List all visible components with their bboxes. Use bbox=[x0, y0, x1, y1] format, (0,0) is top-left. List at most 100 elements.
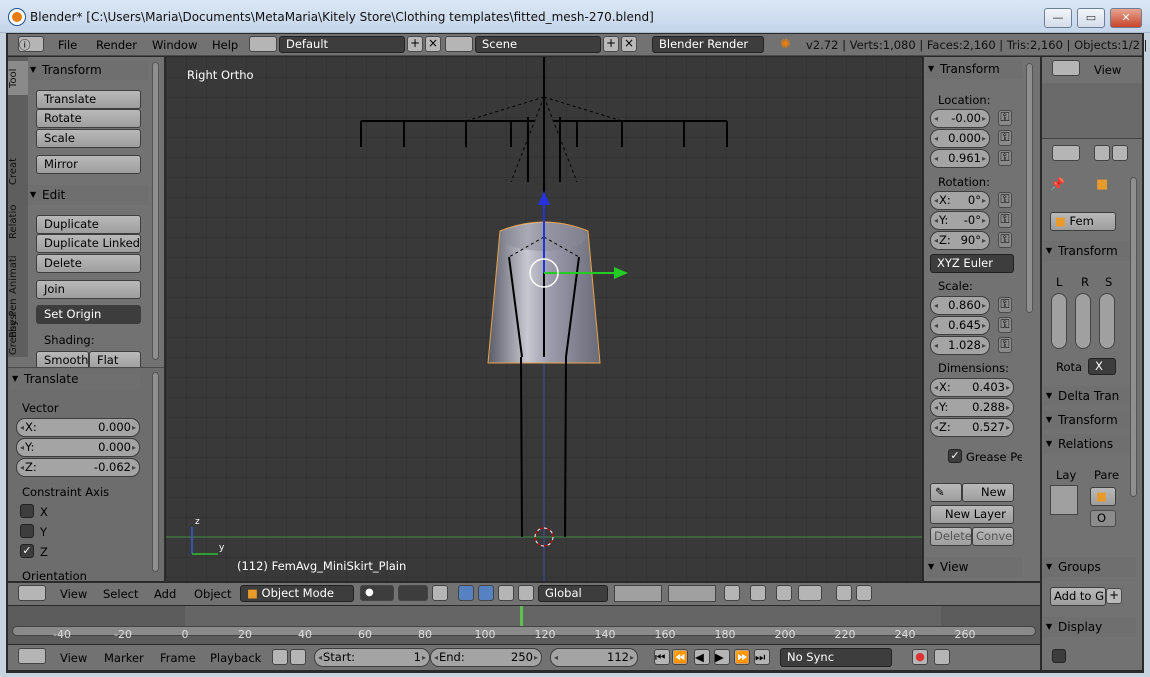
rotation-mode-select[interactable]: XYZ Euler bbox=[930, 254, 1014, 273]
duplicate-button[interactable]: Duplicate bbox=[36, 215, 141, 234]
lock-rotation-z-icon[interactable]: ⚿ bbox=[998, 232, 1012, 248]
dimension-y[interactable]: Y:0.288 bbox=[930, 398, 1014, 417]
keying-set-icon[interactable] bbox=[934, 649, 950, 665]
play-reverse-icon[interactable]: ◀ bbox=[694, 649, 710, 665]
menu-window[interactable]: Window bbox=[152, 38, 197, 52]
scene-icon[interactable] bbox=[445, 36, 473, 52]
scene-tab-icon[interactable] bbox=[1112, 145, 1128, 161]
properties-type-icon[interactable] bbox=[1052, 145, 1080, 161]
layout-field[interactable]: Default bbox=[279, 36, 405, 53]
render-tab-icon[interactable] bbox=[1094, 145, 1110, 161]
manipulator-toggle-icon[interactable] bbox=[432, 585, 448, 601]
timeline-ruler[interactable] bbox=[8, 606, 1040, 644]
add-layout-button[interactable]: + bbox=[407, 36, 423, 52]
grease-pencil-header[interactable]: Grease Pe bbox=[966, 450, 1022, 464]
render-animation-icon[interactable] bbox=[856, 585, 872, 601]
object-name-field[interactable]: ■ Fem bbox=[1050, 212, 1116, 231]
viewport-shading-icon[interactable]: ● bbox=[360, 585, 394, 601]
delete-grease-button[interactable]: Delete bbox=[930, 527, 972, 546]
render-engine-select[interactable]: Blender Render bbox=[652, 36, 764, 53]
vp-menu-view[interactable]: View bbox=[60, 587, 87, 601]
location-x[interactable]: -0.00 bbox=[930, 109, 990, 128]
lock-s-column[interactable] bbox=[1099, 293, 1115, 349]
dimension-x[interactable]: X:0.403 bbox=[930, 378, 1014, 397]
layer-buttons-1[interactable] bbox=[614, 585, 662, 602]
tab-tool[interactable]: Tool bbox=[8, 61, 28, 95]
remove-scene-button[interactable]: × bbox=[621, 36, 637, 52]
rotate-manipulator-icon[interactable] bbox=[498, 585, 514, 601]
scale-manipulator-icon[interactable] bbox=[518, 585, 534, 601]
add-scene-button[interactable]: + bbox=[603, 36, 619, 52]
props-transform-header[interactable]: Transform bbox=[1044, 241, 1134, 261]
menu-render[interactable]: Render bbox=[96, 38, 137, 52]
edit-panel-header[interactable]: Edit bbox=[28, 185, 148, 205]
constraint-y-checkbox[interactable] bbox=[20, 524, 34, 538]
menu-file[interactable]: File bbox=[58, 38, 77, 52]
new-grease-button[interactable]: New bbox=[962, 483, 1014, 502]
lock-rotation-x-icon[interactable]: ⚿ bbox=[998, 192, 1012, 208]
editor-type-icon[interactable] bbox=[18, 585, 46, 601]
delta-transform-header[interactable]: Delta Tran bbox=[1044, 386, 1136, 406]
translate-button[interactable]: Translate bbox=[36, 90, 141, 109]
remove-layout-button[interactable]: × bbox=[425, 36, 441, 52]
snap-toggle-icon[interactable] bbox=[776, 585, 792, 601]
scale-x[interactable]: 0.860 bbox=[930, 296, 990, 315]
n-transform-header[interactable]: Transform bbox=[926, 59, 1022, 79]
3d-viewport[interactable]: Right Ortho (112) FemAvg_MiniSkirt_Plain… bbox=[166, 57, 1033, 581]
jump-next-key-icon[interactable]: ⏩ bbox=[734, 649, 750, 665]
record-icon[interactable]: ● bbox=[912, 649, 928, 665]
play-icon[interactable]: ▶ bbox=[714, 649, 730, 665]
info-editor-icon[interactable]: ⓘ bbox=[18, 36, 44, 52]
layer-buttons-2[interactable] bbox=[668, 585, 716, 602]
render-preview-icon[interactable] bbox=[836, 585, 852, 601]
current-frame-field[interactable]: 112 bbox=[550, 648, 638, 667]
translate-arrow-icon[interactable] bbox=[478, 585, 494, 601]
tl-menu-frame[interactable]: Frame bbox=[160, 651, 196, 665]
tl-menu-marker[interactable]: Marker bbox=[104, 651, 144, 665]
pin-icon[interactable]: 📌 bbox=[1050, 177, 1065, 191]
pivot-point-icon[interactable] bbox=[398, 585, 428, 601]
n-view-header[interactable]: View bbox=[926, 557, 1022, 577]
rotation-mode-short[interactable]: X bbox=[1088, 358, 1116, 375]
preview-range-icon[interactable] bbox=[272, 649, 288, 665]
display-checkbox[interactable] bbox=[1052, 649, 1066, 663]
join-button[interactable]: Join bbox=[36, 280, 141, 299]
delete-button[interactable]: Delete bbox=[36, 254, 141, 273]
tab-grease-pencil[interactable]: Grease Pen bbox=[8, 295, 28, 359]
close-button[interactable]: ✕ bbox=[1110, 8, 1142, 28]
lock-l-column[interactable] bbox=[1051, 293, 1067, 349]
parent-field[interactable]: ■ bbox=[1090, 487, 1116, 506]
lock-location-z-icon[interactable]: ⚿ bbox=[998, 150, 1012, 166]
lock-scale-z-icon[interactable]: ⚿ bbox=[998, 337, 1012, 353]
duplicate-linked-button[interactable]: Duplicate Linked bbox=[36, 234, 141, 253]
mirror-button[interactable]: Mirror bbox=[36, 155, 141, 174]
location-y[interactable]: 0.000 bbox=[930, 129, 990, 148]
tab-create[interactable]: Creat bbox=[8, 151, 28, 191]
tab-animation[interactable]: Animati bbox=[8, 249, 28, 301]
n-panel-scrollbar[interactable] bbox=[1026, 63, 1033, 313]
lock-location-x-icon[interactable]: ⚿ bbox=[998, 110, 1012, 126]
lock-time-icon[interactable] bbox=[290, 649, 306, 665]
tl-menu-view[interactable]: View bbox=[60, 651, 87, 665]
vp-menu-object[interactable]: Object bbox=[194, 587, 231, 601]
outliner-view-menu[interactable]: View bbox=[1094, 63, 1121, 77]
display-header[interactable]: Display bbox=[1044, 617, 1136, 637]
interaction-mode-select[interactable]: ■ Object Mode bbox=[240, 585, 354, 602]
add-group-icon[interactable]: + bbox=[1106, 588, 1122, 604]
menu-help[interactable]: Help bbox=[212, 38, 238, 52]
operator-header[interactable]: Translate bbox=[10, 369, 140, 389]
scene-field[interactable]: Scene bbox=[475, 36, 601, 53]
props-scrollbar[interactable] bbox=[1130, 177, 1137, 497]
translate-manipulator-icon[interactable] bbox=[458, 585, 474, 601]
parent-type-field[interactable]: O bbox=[1090, 510, 1116, 527]
maximize-button[interactable]: ▭ bbox=[1077, 8, 1105, 28]
constraint-x-checkbox[interactable] bbox=[20, 504, 34, 518]
new-layer-button[interactable]: New Layer bbox=[930, 505, 1014, 524]
start-frame-field[interactable]: Start:1 bbox=[314, 648, 430, 667]
screen-layout-icon[interactable] bbox=[249, 36, 277, 52]
layers-grid[interactable] bbox=[1050, 485, 1078, 515]
proportional-edit-icon[interactable] bbox=[750, 585, 766, 601]
rotation-z[interactable]: Z:90° bbox=[930, 231, 990, 250]
vector-x-field[interactable]: X:0.000 bbox=[16, 418, 140, 437]
lock-scale-y-icon[interactable]: ⚿ bbox=[998, 317, 1012, 333]
